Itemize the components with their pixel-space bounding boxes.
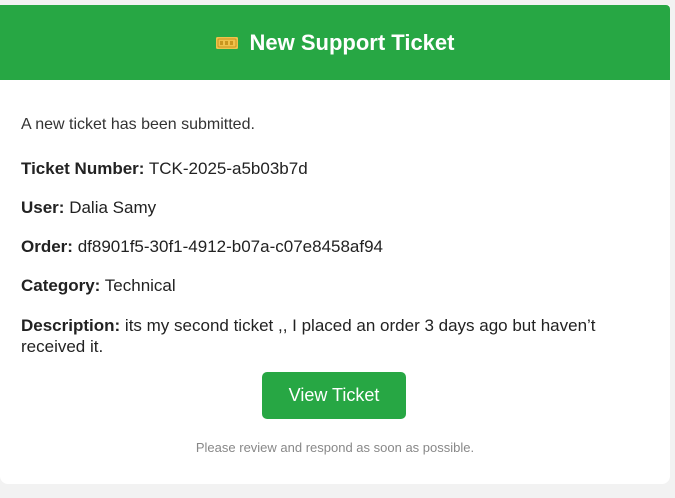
field-description: Description: its my second ticket ,, I p… [21, 315, 651, 357]
header-title: New Support Ticket [249, 29, 455, 55]
field-user: User: Dalia Samy [21, 197, 651, 218]
field-value: df8901f5-30f1-4912-b07a-c07e8458af94 [77, 237, 384, 256]
view-ticket-button[interactable]: View Ticket [262, 372, 406, 419]
field-value: TCK-2025-a5b03b7d [148, 159, 308, 178]
field-category: Category: Technical [21, 275, 651, 296]
email-header: New Support Ticket [0, 5, 670, 80]
field-label: Order: [21, 237, 73, 256]
intro-text: A new ticket has been submitted. [21, 116, 255, 133]
field-value: Technical [104, 276, 176, 295]
field-label: User: [21, 198, 65, 217]
field-label: Category: [21, 276, 101, 295]
footer-note: Please review and respond as soon as pos… [195, 440, 475, 455]
field-value: Dalia Samy [69, 198, 157, 217]
field-ticket-number: Ticket Number: TCK-2025-a5b03b7d [21, 158, 651, 179]
ticket-icon [215, 36, 238, 49]
field-label: Ticket Number: [21, 159, 145, 178]
field-order: Order: df8901f5-30f1-4912-b07a-c07e8458a… [21, 236, 651, 257]
field-label: Description: [21, 316, 121, 335]
